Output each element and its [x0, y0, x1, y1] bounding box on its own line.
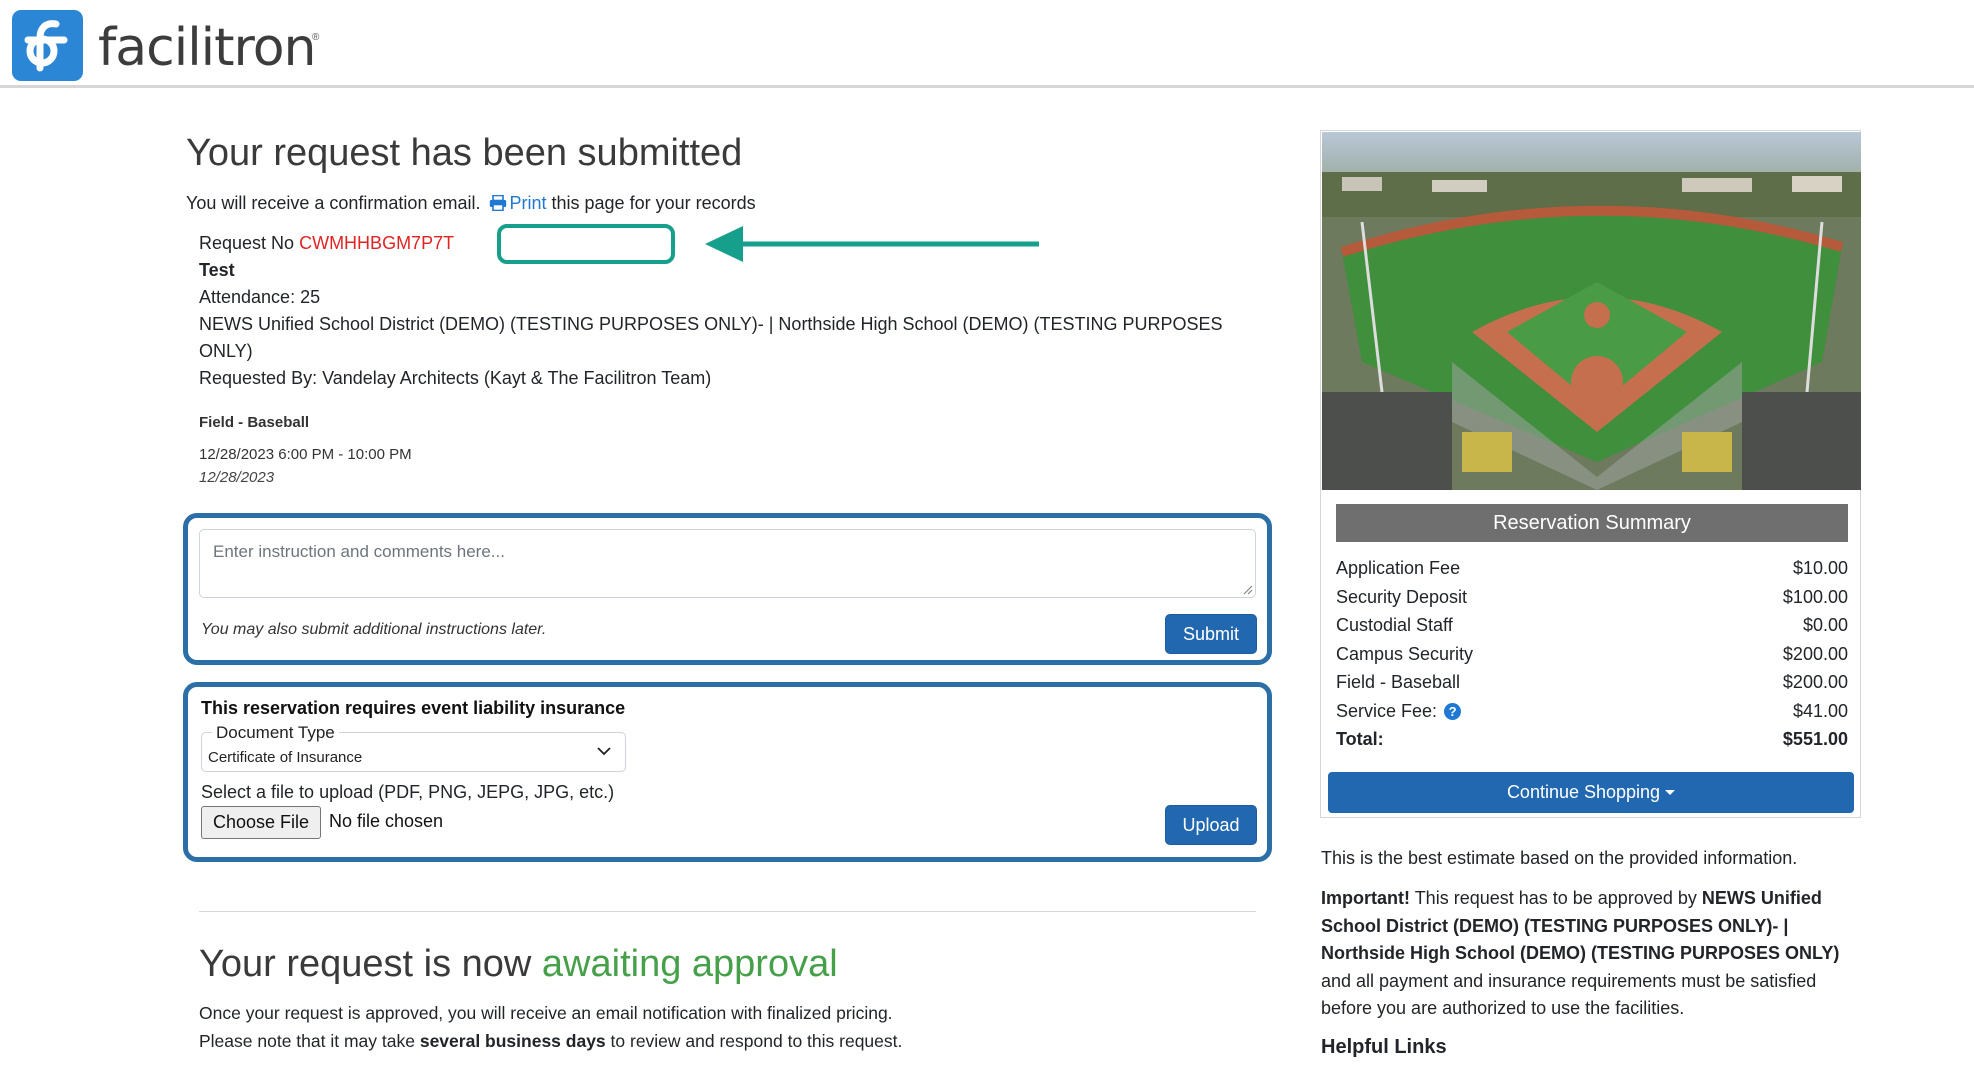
request-number: CWMHHBGM7P7T — [299, 233, 455, 253]
important-text: This request has to be approved by — [1414, 888, 1697, 908]
confirmation-line: You will receive a confirmation email. P… — [186, 193, 756, 214]
comments-note: You may also submit additional instructi… — [201, 621, 547, 638]
summary-row-label: Security Deposit — [1336, 586, 1468, 607]
facility-photo — [1322, 132, 1861, 490]
summary-row-label: Custodial Staff — [1336, 615, 1453, 635]
document-type-value: Certificate of Insurance — [208, 749, 363, 766]
facility-name: Field - Baseball — [199, 414, 310, 431]
insurance-panel: This reservation requires event liabilit… — [183, 682, 1272, 862]
upload-button[interactable]: Upload — [1165, 805, 1257, 845]
reservation-date: 12/28/2023 — [199, 469, 275, 486]
continue-shopping-button[interactable]: Continue Shopping — [1328, 772, 1854, 813]
summary-row: Campus Security $200.00 — [1336, 640, 1848, 669]
time-range: 12/28/2023 6:00 PM - 10:00 PM — [199, 446, 412, 463]
requested-by: Requested By: Vandelay Architects (Kayt … — [199, 368, 712, 388]
resize-handle-icon[interactable] — [1243, 585, 1253, 595]
summary-row-label: Application Fee — [1336, 558, 1461, 578]
approval-note: Once your request is approved, you will … — [199, 999, 902, 1055]
comments-textarea[interactable]: Enter instruction and comments here... — [199, 529, 1256, 598]
estimate-note: This is the best estimate based on the p… — [1321, 848, 1798, 868]
service-fee-cell: Service Fee: ? — [1336, 697, 1462, 726]
summary-row-label: Service Fee: — [1336, 700, 1438, 721]
summary-row-value: $10.00 — [1792, 558, 1848, 578]
summary-row: Service Fee: ? $41.00 — [1336, 697, 1848, 726]
approval-line-2: Please note that it may take several bus… — [199, 1027, 902, 1055]
approval-line-2-bold: several business days — [419, 1031, 606, 1051]
facilitron-logo-icon[interactable] — [12, 10, 83, 81]
print-link-label[interactable]: Print — [509, 193, 546, 213]
comments-panel: Enter instruction and comments here... Y… — [183, 513, 1272, 665]
no-file-text: No file chosen — [329, 811, 444, 831]
printer-icon — [490, 195, 507, 211]
approval-line-2-suffix: to review and respond to this request. — [610, 1031, 903, 1051]
summary-row-value: $41.00 — [1792, 700, 1848, 721]
reservation-card: Reservation Summary Application Fee $10.… — [1320, 130, 1861, 818]
summary-total-value: $551.00 — [1782, 729, 1848, 749]
request-number-row: Request No CWMHHBGM7P7T — [199, 224, 1239, 264]
summary-row: Custodial Staff $0.00 — [1336, 611, 1848, 640]
summary-title: Reservation Summary — [1336, 504, 1848, 542]
submit-button[interactable]: Submit — [1165, 614, 1257, 654]
approval-line-2-prefix: Please note that it may take — [199, 1031, 415, 1051]
summary-row: Application Fee $10.00 — [1336, 554, 1848, 583]
request-details: Request No CWMHHBGM7P7T Test Attendance:… — [199, 224, 1239, 392]
important-suffix: and all payment and insurance requiremen… — [1321, 970, 1817, 1019]
summary-row-value: $0.00 — [1802, 615, 1848, 635]
important-note: Important! This request has to be approv… — [1321, 885, 1861, 1023]
summary-row-value: $200.00 — [1782, 643, 1848, 664]
helpful-links-heading: Helpful Links — [1321, 1036, 1447, 1058]
summary-row: Security Deposit $100.00 — [1336, 583, 1848, 612]
summary-row: Field - Baseball $200.00 — [1336, 668, 1848, 697]
registered-mark: ® — [312, 32, 320, 43]
summary-row-label: Campus Security — [1336, 643, 1474, 664]
summary-rows: Application Fee $10.00 Security Deposit … — [1336, 554, 1848, 754]
pointer-arrow-icon — [705, 226, 1039, 262]
print-link[interactable]: Print — [485, 193, 547, 213]
summary-row-label: Field - Baseball — [1336, 672, 1461, 692]
confirmation-email-text: You will receive a confirmation email. — [186, 193, 481, 213]
summary-total-row: Total: $551.00 — [1336, 725, 1848, 754]
choose-file-button[interactable]: Choose File — [201, 806, 321, 839]
top-header: facilitron ® — [0, 0, 1974, 88]
comments-placeholder: Enter instruction and comments here... — [213, 542, 505, 561]
request-number-label: Request No — [199, 233, 295, 253]
logo-wordmark[interactable]: facilitron — [98, 18, 316, 78]
page-title: Your request has been submitted — [186, 132, 743, 174]
continue-shopping-label[interactable]: Continue Shopping — [1507, 782, 1660, 802]
summary-row-value: $200.00 — [1782, 672, 1848, 692]
print-suffix-text: this page for your records — [551, 193, 756, 213]
document-type-select[interactable]: Document Type Certificate of Insurance — [201, 723, 626, 772]
insurance-title: This reservation requires event liabilit… — [201, 698, 626, 718]
location: NEWS Unified School District (DEMO) (TES… — [199, 314, 1223, 361]
approval-line-1: Once your request is approved, you will … — [199, 1003, 893, 1023]
approval-heading-prefix: Your request is now — [199, 943, 532, 985]
summary-row-value: $100.00 — [1782, 586, 1848, 607]
summary-total-label: Total: — [1336, 729, 1384, 749]
approval-status: awaiting approval — [541, 943, 838, 985]
approval-heading: Your request is now awaiting approval — [199, 943, 838, 986]
attendance: Attendance: 25 — [199, 287, 321, 307]
section-divider — [199, 911, 1256, 912]
document-type-label: Document Type — [212, 723, 339, 743]
request-number-highlight — [497, 224, 675, 264]
important-label: Important! — [1321, 888, 1410, 908]
chevron-down-icon — [597, 747, 611, 756]
caret-down-icon — [1665, 790, 1676, 795]
upload-label: Select a file to upload (PDF, PNG, JEPG,… — [201, 782, 615, 802]
help-icon[interactable]: ? — [1444, 702, 1462, 720]
